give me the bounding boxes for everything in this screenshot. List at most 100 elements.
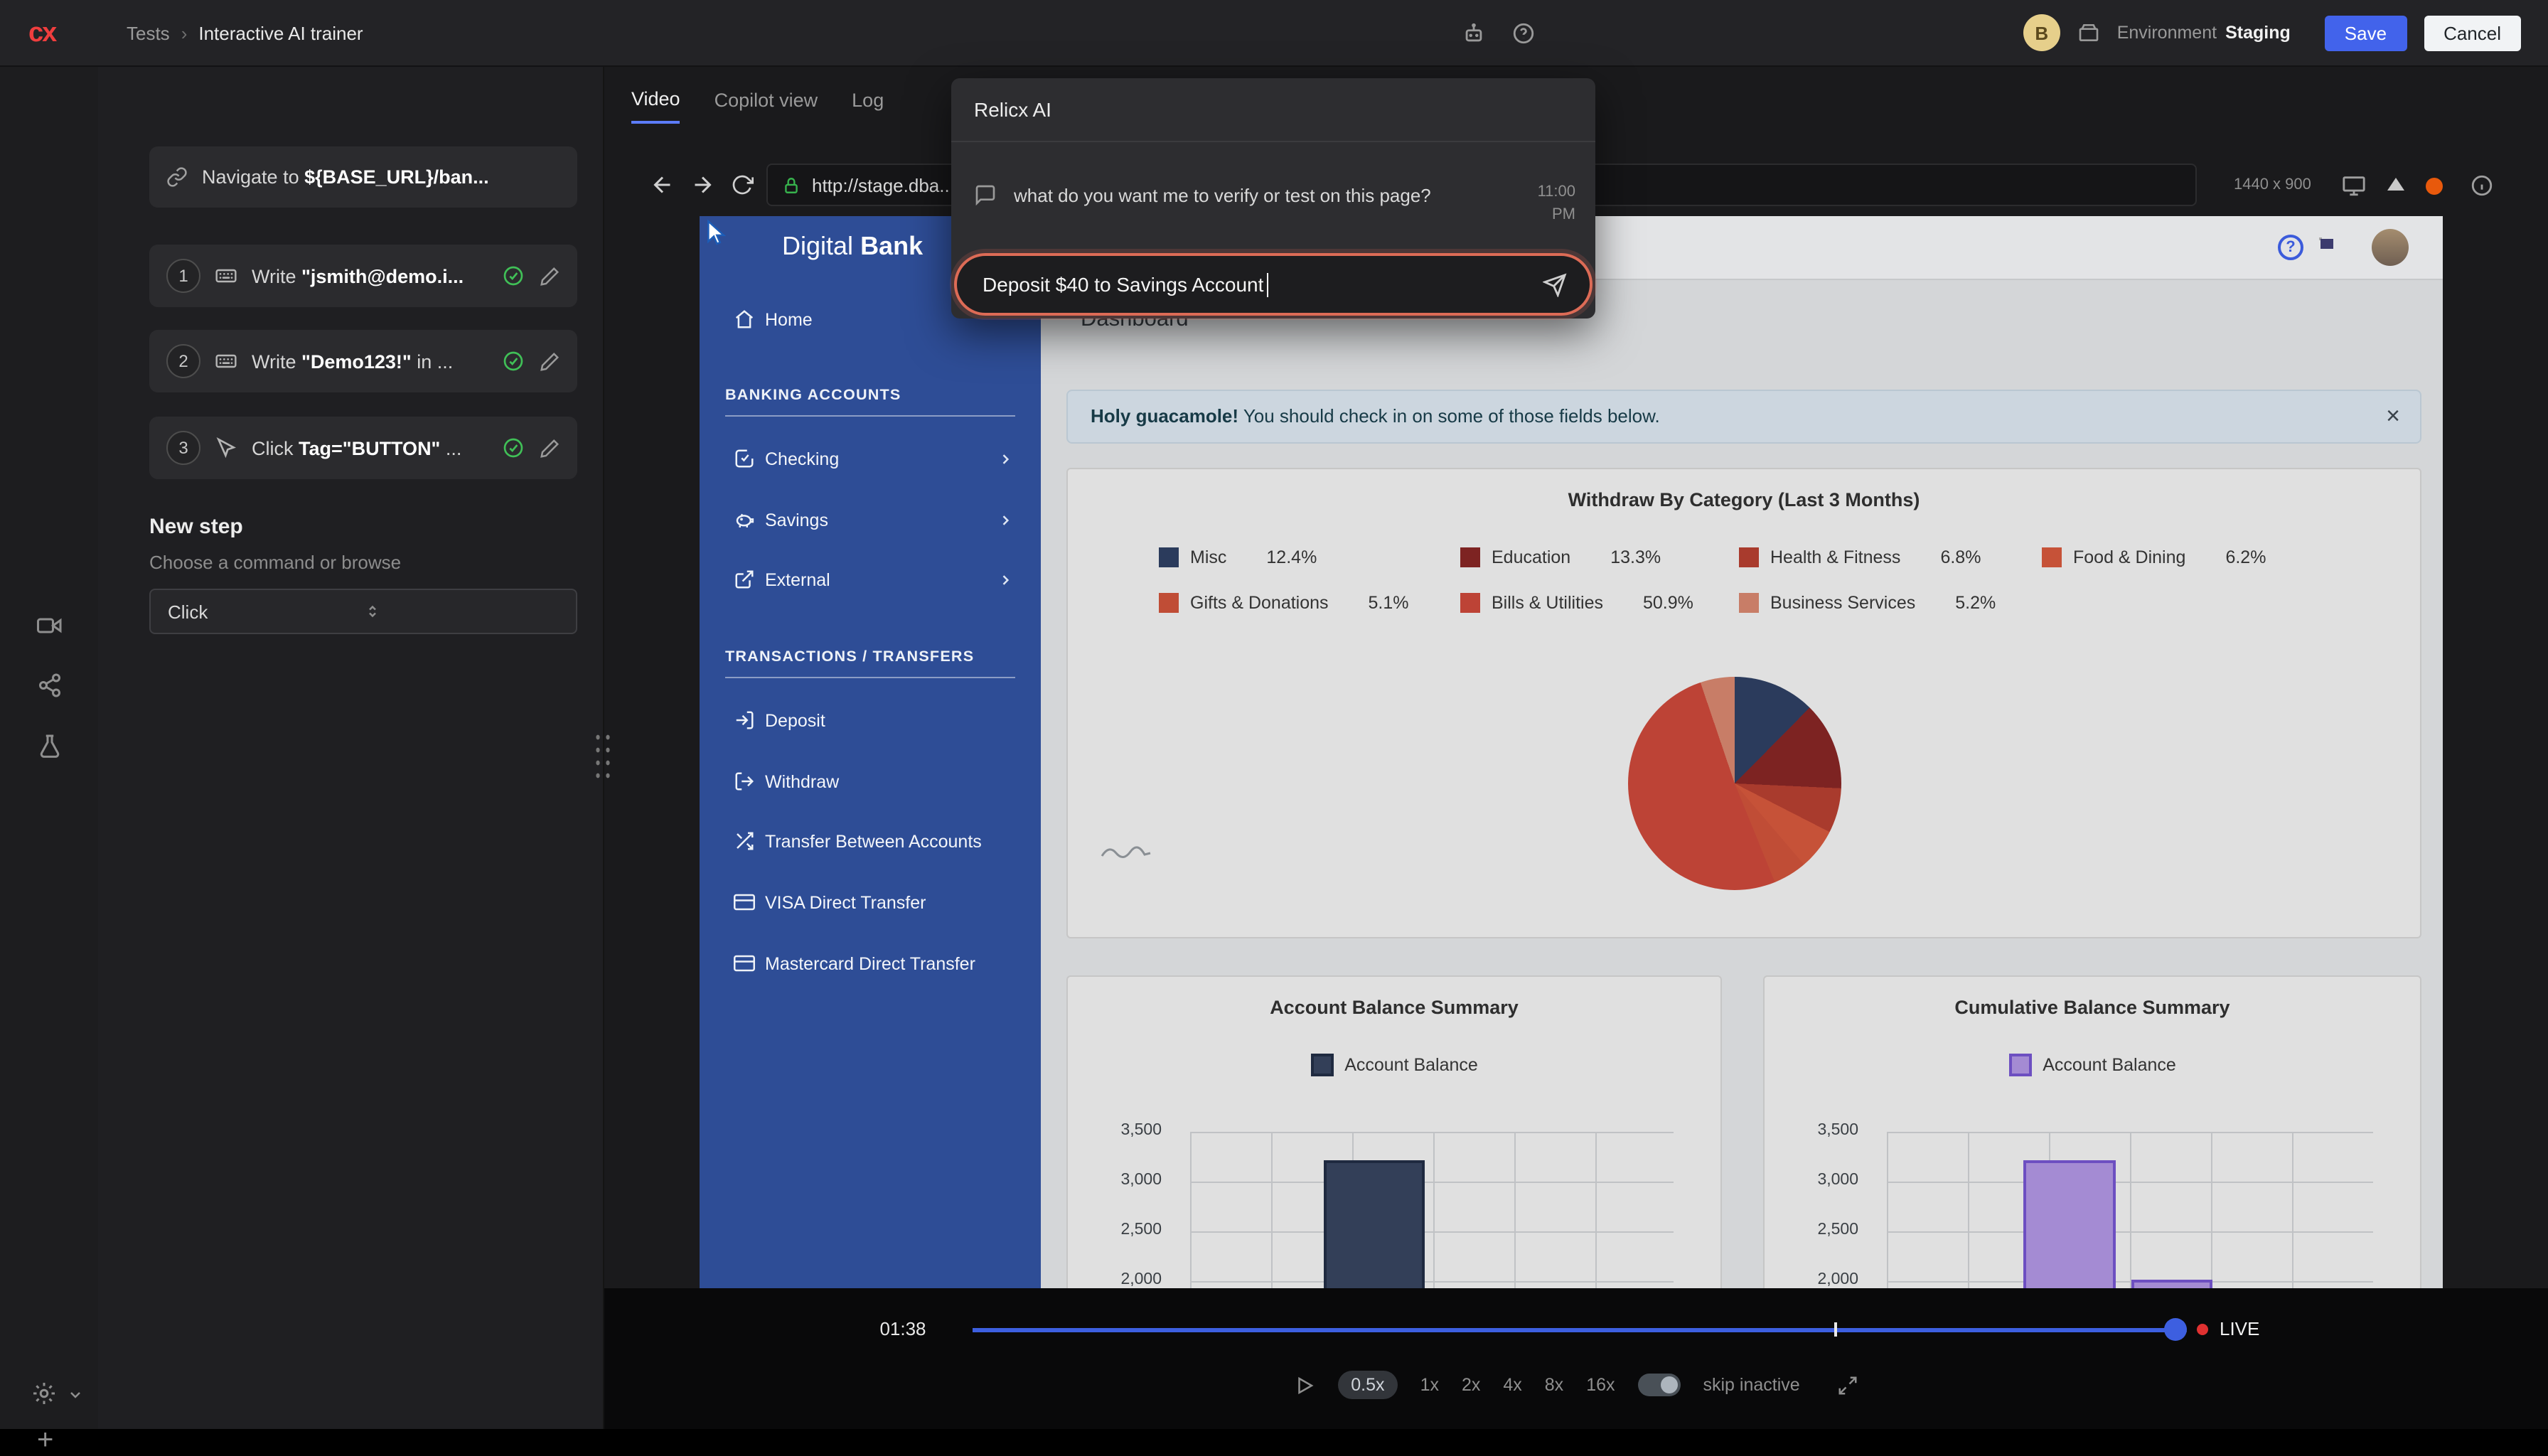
save-button[interactable]: Save (2325, 15, 2407, 50)
command-select[interactable]: Click (149, 589, 577, 634)
step-number-badge: 1 (166, 259, 200, 293)
play-icon[interactable] (1294, 1374, 1315, 1396)
speed-0.5x[interactable]: 0.5x (1338, 1371, 1397, 1399)
speed-8x[interactable]: 8x (1545, 1375, 1563, 1395)
sign-in-icon (734, 710, 755, 731)
live-dot (2197, 1324, 2208, 1335)
browser-back-icon[interactable] (650, 172, 675, 198)
cancel-button[interactable]: Cancel (2424, 15, 2521, 50)
sidebar-item-mastercard-transfer[interactable]: Mastercard Direct Transfer (700, 944, 1041, 984)
sparkline-icon (1099, 839, 1153, 862)
left-rail: + (0, 65, 98, 1429)
panel-resize-handle[interactable] (593, 731, 613, 782)
cumulative-balance-bar (2131, 1279, 2212, 1288)
sidebar-item-external[interactable]: External (700, 560, 1041, 600)
tab-copilot-view[interactable]: Copilot view (714, 90, 818, 122)
breadcrumb-tests-link[interactable]: Tests (127, 22, 170, 43)
step-success-icon (502, 350, 525, 373)
sidebar-item-deposit[interactable]: Deposit (700, 701, 1041, 741)
sidebar-item-visa-transfer[interactable]: VISA Direct Transfer (700, 883, 1041, 923)
playhead[interactable] (2164, 1318, 2187, 1341)
speed-4x[interactable]: 4x (1503, 1375, 1521, 1395)
bank-logo[interactable]: Digital Bank (782, 232, 923, 262)
add-step-plus-icon[interactable]: + (37, 1428, 53, 1453)
account-balance-bar (1324, 1160, 1425, 1288)
bar-chart-plot (1887, 1132, 2373, 1288)
sidebar-item-transfer[interactable]: Transfer Between Accounts (700, 822, 1041, 862)
timeline-track[interactable] (973, 1318, 2187, 1341)
legend-swatch (2008, 1054, 2031, 1076)
navigate-step[interactable]: Navigate to ${BASE_URL}/ban... (149, 146, 577, 208)
warning-triangle-icon[interactable] (2387, 178, 2404, 191)
video-camera-icon[interactable] (37, 613, 63, 638)
info-icon[interactable] (2470, 173, 2494, 198)
cumulative-balance-bar (2023, 1160, 2116, 1288)
pie-chart-title: Withdraw By Category (Last 3 Months) (1068, 489, 2420, 510)
pie-legend: Misc12.4% Education13.3% Health & Fitnes… (1159, 535, 2406, 626)
sidebar-divider (725, 677, 1015, 678)
speed-2x[interactable]: 2x (1462, 1375, 1480, 1395)
app-logo[interactable]: cx (28, 18, 55, 50)
tab-video[interactable]: Video (631, 88, 680, 124)
external-link-icon (734, 569, 755, 590)
skip-inactive-toggle[interactable] (1638, 1374, 1681, 1396)
legend-swatch (2042, 547, 2062, 567)
help-icon[interactable] (1511, 21, 1536, 45)
environment-label: Environment (2117, 23, 2217, 43)
home-icon (734, 309, 755, 330)
settings-gear-icon[interactable] (31, 1381, 57, 1406)
alert-close-icon[interactable]: × (2386, 391, 2400, 442)
assistant-message-time: 11:00 PM (1513, 181, 1575, 226)
sidebar-item-checking[interactable]: Checking (700, 439, 1041, 479)
lock-icon (782, 176, 801, 194)
browser-forward-icon[interactable] (690, 172, 715, 198)
step-row-3[interactable]: 3 Click Tag="BUTTON" ... (149, 417, 577, 479)
chevron-right-icon (998, 452, 1012, 466)
send-icon[interactable] (1543, 272, 1567, 296)
speed-16x[interactable]: 16x (1586, 1375, 1615, 1395)
sidebar-item-withdraw[interactable]: Withdraw (700, 762, 1041, 802)
ai-robot-icon[interactable] (1462, 21, 1486, 45)
bank-content: ? Dashboard Holy guacamole! You should c… (1041, 216, 2443, 1288)
assistant-input[interactable]: Deposit $40 to Savings Account (954, 253, 1592, 316)
y-axis-tick: 3,500 (1784, 1122, 1858, 1139)
piggy-bank-icon (734, 509, 755, 530)
breadcrumb: Tests › Interactive AI trainer (127, 0, 363, 65)
edit-pencil-icon[interactable] (539, 265, 560, 287)
playback-time: 01:38 (860, 1318, 946, 1339)
page-title: Interactive AI trainer (198, 22, 363, 43)
alert-text: Holy guacamole! You should check in on s… (1091, 391, 1660, 442)
toggle-knob (1661, 1376, 1678, 1393)
fullscreen-icon[interactable] (1837, 1374, 1858, 1396)
y-axis-tick: 3,000 (1088, 1172, 1162, 1189)
monitor-icon[interactable] (2342, 173, 2366, 198)
edit-pencil-icon[interactable] (539, 350, 560, 372)
bank-help-icon[interactable]: ? (2278, 235, 2303, 260)
assistant-popup: Relicx AI what do you want me to verify … (951, 78, 1595, 318)
edit-pencil-icon[interactable] (539, 437, 560, 459)
flow-icon[interactable] (37, 673, 63, 698)
y-axis-tick: 3,500 (1088, 1122, 1162, 1139)
tab-log[interactable]: Log (852, 90, 884, 122)
y-axis-tick: 2,000 (1784, 1271, 1858, 1288)
speed-1x[interactable]: 1x (1420, 1375, 1439, 1395)
flask-icon[interactable] (37, 734, 63, 759)
y-axis-tick: 3,000 (1784, 1172, 1858, 1189)
step-success-icon (502, 264, 525, 287)
step-row-2[interactable]: 2 Write "Demo123!" in ... (149, 330, 577, 392)
y-axis-tick: 2,500 (1784, 1221, 1858, 1238)
chat-bubble-icon (974, 183, 997, 206)
legend-swatch (1460, 593, 1480, 613)
status-orange-dot[interactable] (2426, 178, 2443, 195)
step-row-1[interactable]: 1 Write "jsmith@demo.i... (149, 245, 577, 307)
sidebar-divider (725, 415, 1015, 417)
bar-chart-plot (1190, 1132, 1674, 1288)
user-avatar[interactable]: B (2023, 14, 2060, 51)
browser-refresh-icon[interactable] (731, 173, 754, 196)
bar-chart-legend: Account Balance (1765, 1054, 2420, 1076)
bank-user-avatar[interactable] (2372, 229, 2409, 266)
sidebar-item-savings[interactable]: Savings (700, 500, 1041, 540)
environment-value[interactable]: Staging (2225, 23, 2291, 43)
chevron-down-icon[interactable] (67, 1386, 84, 1403)
account-balance-card: Account Balance Summary Account Balance … (1066, 975, 1722, 1288)
